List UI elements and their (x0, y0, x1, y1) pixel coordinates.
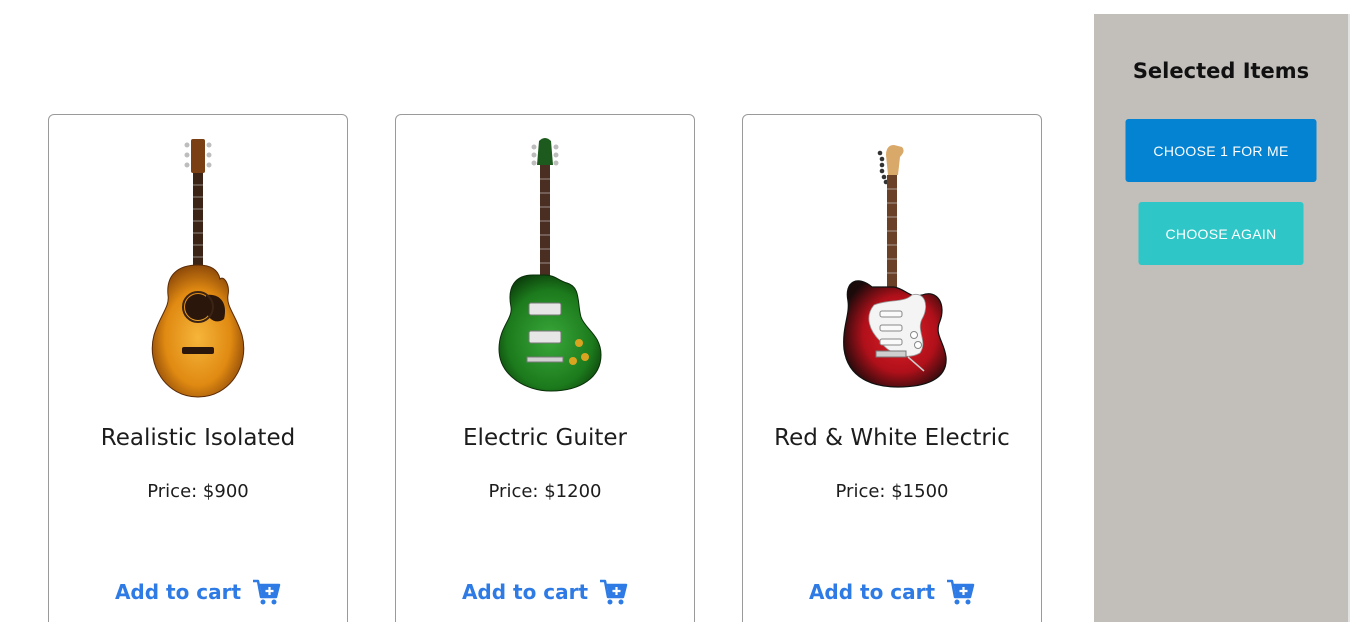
product-card: Electric Guiter Price: $1200 Add to cart (395, 114, 695, 622)
sidebar-title: Selected Items (1132, 59, 1310, 83)
add-to-cart-button[interactable]: Add to cart (743, 577, 1041, 607)
selected-items-sidebar: Selected Items CHOOSE 1 FOR ME CHOOSE AG… (1094, 14, 1348, 622)
red-white-electric-guitar-icon (802, 135, 982, 405)
product-price: Price: $1200 (488, 481, 602, 502)
add-to-cart-button[interactable]: Add to cart (396, 577, 694, 607)
page: Realistic Isolated Price: $900 Add to ca… (0, 0, 1350, 622)
choose-again-button[interactable]: CHOOSE AGAIN (1138, 202, 1304, 265)
product-title: Electric Guiter (463, 425, 627, 451)
add-to-cart-label: Add to cart (114, 580, 242, 604)
green-electric-guitar-icon (455, 135, 635, 405)
acoustic-guitar-icon (108, 135, 288, 405)
product-card: Realistic Isolated Price: $900 Add to ca… (48, 114, 348, 622)
add-to-cart-label: Add to cart (461, 580, 589, 604)
product-title: Realistic Isolated (100, 425, 296, 451)
choose-one-for-me-button[interactable]: CHOOSE 1 FOR ME (1125, 119, 1317, 182)
product-price: Price: $900 (147, 481, 249, 502)
product-title: Red & White Electric (774, 425, 1010, 451)
cart-plus-icon (251, 577, 281, 607)
add-to-cart-button[interactable]: Add to cart (49, 577, 347, 607)
add-to-cart-label: Add to cart (808, 580, 936, 604)
product-card: Red & White Electric Price: $1500 Add to… (742, 114, 1042, 622)
cart-plus-icon (598, 577, 628, 607)
cart-plus-icon (945, 577, 975, 607)
product-price: Price: $1500 (835, 481, 949, 502)
